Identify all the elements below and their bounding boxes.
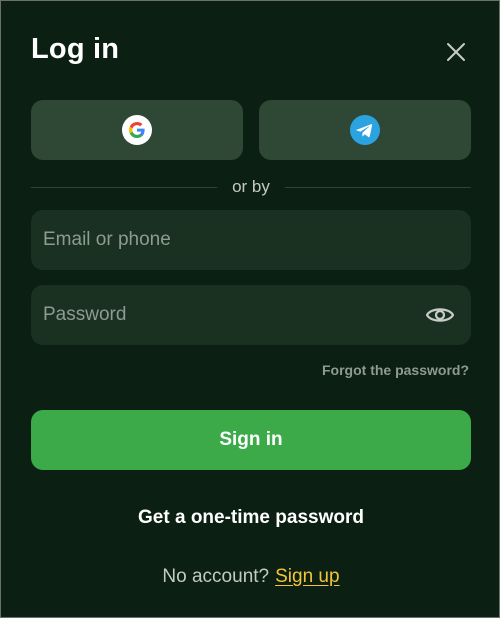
password-field[interactable] (31, 285, 471, 345)
google-logo-icon (122, 115, 152, 145)
email-field[interactable] (31, 210, 471, 270)
telegram-login-button[interactable] (259, 100, 471, 160)
divider-line-right (285, 187, 471, 188)
login-modal: Log in or by Fo (0, 0, 500, 618)
no-account-text: No account? (162, 566, 270, 587)
modal-title: Log in (31, 33, 120, 65)
forgot-password-link[interactable]: Forgot the password? (322, 361, 469, 379)
eye-icon (425, 308, 455, 322)
password-input[interactable] (43, 285, 423, 345)
telegram-logo-icon (350, 115, 380, 145)
signup-row: No account? Sign up (1, 565, 500, 589)
google-login-button[interactable] (31, 100, 243, 160)
email-input[interactable] (43, 210, 459, 270)
sign-in-button[interactable]: Sign in (31, 410, 471, 470)
show-password-button[interactable] (423, 298, 457, 332)
close-icon (447, 43, 465, 61)
close-button[interactable] (441, 37, 471, 67)
one-time-password-link[interactable]: Get a one-time password (1, 506, 500, 530)
sign-up-link[interactable]: Sign up (275, 566, 339, 587)
